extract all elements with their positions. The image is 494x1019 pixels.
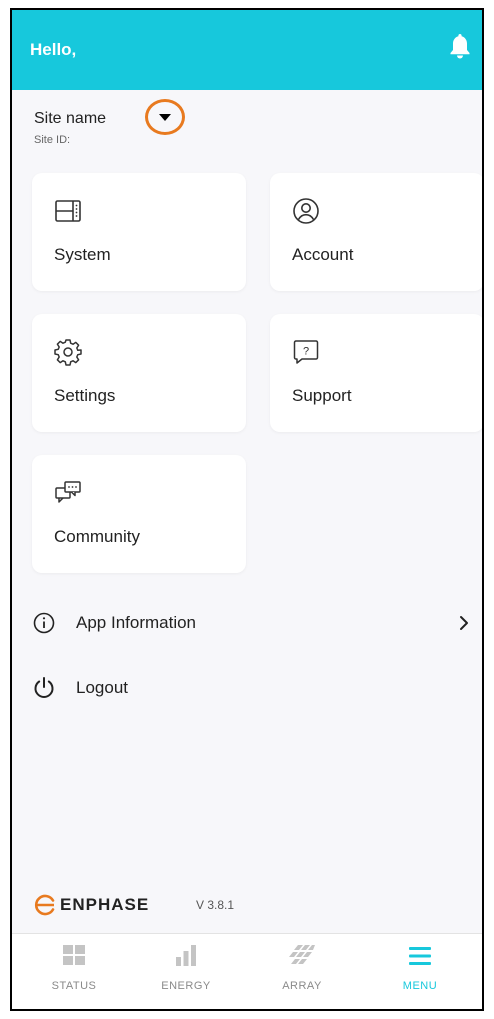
help-bubble-icon: ?	[293, 340, 319, 364]
account-card-label: Account	[292, 245, 354, 264]
brand-name: ENPHASE	[60, 895, 150, 914]
site-selector: Site name Site ID:	[34, 110, 106, 146]
tab-menu[interactable]: MENU	[362, 944, 478, 994]
system-card[interactable]: System	[32, 173, 246, 291]
bell-icon[interactable]	[448, 32, 472, 60]
settings-card[interactable]: Settings	[32, 314, 246, 432]
site-id: Site ID:	[34, 134, 71, 146]
tab-energy[interactable]: ENERGY	[128, 944, 244, 994]
system-card-label: System	[54, 245, 111, 264]
grid-icon	[63, 945, 85, 965]
tab-array[interactable]: ARRAY	[244, 944, 360, 994]
array-panels-icon	[289, 945, 315, 964]
support-card-label: Support	[292, 386, 352, 405]
chevron-right-icon	[460, 616, 468, 630]
logout-label: Logout	[76, 678, 128, 697]
account-card[interactable]: Account	[270, 173, 482, 291]
tab-menu-label: MENU	[402, 980, 438, 992]
info-icon	[33, 612, 55, 634]
bottom-tab-bar: STATUS ENERGY ARRAY MENU	[12, 933, 482, 1009]
site-name: Site name	[34, 110, 107, 127]
power-icon	[34, 677, 54, 699]
logout-row[interactable]: Logout	[32, 670, 128, 706]
user-circle-icon	[293, 198, 319, 224]
enphase-logo-icon	[34, 894, 55, 916]
chevron-down-icon	[159, 114, 171, 121]
svg-text:?: ?	[303, 346, 309, 358]
greeting: Hello,	[30, 40, 77, 59]
app-screen: Hello, Site name Site ID: System Account…	[10, 8, 484, 1011]
header: Hello,	[12, 10, 482, 90]
tab-energy-label: ENERGY	[161, 980, 211, 992]
hamburger-icon	[409, 947, 431, 965]
site-dropdown-button[interactable]	[145, 99, 185, 135]
tab-array-label: ARRAY	[282, 980, 322, 992]
chat-bubbles-icon	[55, 481, 81, 503]
app-version: V 3.8.1	[196, 898, 235, 912]
community-card[interactable]: Community	[32, 455, 246, 573]
gear-icon	[54, 339, 82, 366]
enphase-logo: ENPHASE	[34, 894, 149, 916]
bar-chart-icon	[176, 945, 196, 966]
support-card[interactable]: ? Support	[270, 314, 482, 432]
tab-status-label: STATUS	[51, 980, 97, 992]
community-card-label: Community	[54, 527, 140, 546]
tab-status[interactable]: STATUS	[16, 944, 132, 994]
system-panel-icon	[55, 200, 81, 222]
settings-card-label: Settings	[54, 386, 116, 405]
app-information-row[interactable]: App Information	[32, 605, 482, 641]
app-information-label: App Information	[76, 613, 197, 632]
